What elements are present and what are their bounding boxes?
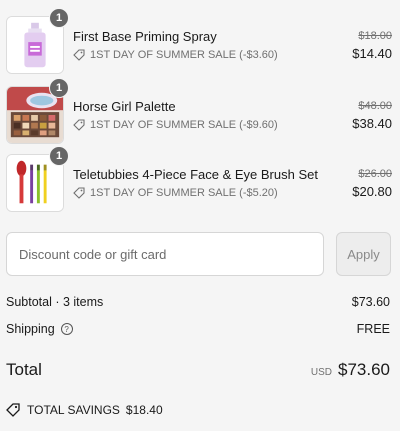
quantity-badge: 1: [49, 8, 69, 28]
tag-icon: [6, 403, 20, 417]
total-label: Total: [6, 360, 42, 379]
discount-code-input[interactable]: [6, 232, 324, 276]
shipping-label: Shipping: [6, 322, 55, 336]
discount-line: 1ST DAY OF SUMMER SALE (-$9.60): [73, 119, 278, 131]
product-name: First Base Priming Spray: [73, 29, 217, 44]
original-price: $26.00: [358, 168, 392, 180]
sale-price: $38.40: [352, 116, 392, 131]
line-item: 1 Teletubbies 4-Piece Face & Eye Brush S…: [6, 146, 394, 216]
original-price: $48.00: [358, 100, 392, 112]
savings-label: TOTAL SAVINGS: [27, 403, 120, 417]
discount-text: 1ST DAY OF SUMMER SALE (-$3.60): [90, 49, 278, 61]
discount-line: 1ST DAY OF SUMMER SALE (-$5.20): [73, 187, 278, 199]
tag-icon: [73, 119, 85, 131]
original-price: $18.00: [358, 30, 392, 42]
line-item: 1 First Base Priming Spray 1ST DAY OF SU…: [6, 8, 394, 78]
sale-price: $14.40: [352, 46, 392, 61]
total-value: $73.60: [338, 360, 390, 379]
subtotal-row: Subtotal · 3 items $73.60: [6, 295, 390, 309]
quantity-badge: 1: [49, 146, 69, 166]
shipping-row: Shipping ? FREE: [6, 322, 390, 336]
product-name: Teletubbies 4-Piece Face & Eye Brush Set: [73, 167, 318, 182]
apply-button[interactable]: Apply: [336, 232, 391, 276]
shipping-value: FREE: [356, 322, 390, 336]
quantity-badge: 1: [49, 78, 69, 98]
product-name: Horse Girl Palette: [73, 99, 176, 114]
tag-icon: [73, 187, 85, 199]
total-savings: TOTAL SAVINGS $18.40: [6, 403, 163, 417]
discount-text: 1ST DAY OF SUMMER SALE (-$5.20): [90, 187, 278, 199]
total-row: Total USD $73.60: [6, 360, 390, 380]
discount-text: 1ST DAY OF SUMMER SALE (-$9.60): [90, 119, 278, 131]
sale-price: $20.80: [352, 184, 392, 199]
savings-value: $18.40: [125, 403, 163, 417]
help-icon[interactable]: ?: [60, 323, 73, 335]
tag-icon: [73, 49, 85, 61]
currency-code: USD: [310, 367, 332, 378]
subtotal-value: $73.60: [351, 295, 390, 309]
line-item: 1 Horse Girl Palette 1ST DAY OF SUMMER S…: [6, 78, 394, 148]
subtotal-label: Subtotal · 3 items: [6, 295, 104, 309]
discount-line: 1ST DAY OF SUMMER SALE (-$3.60): [73, 49, 278, 61]
